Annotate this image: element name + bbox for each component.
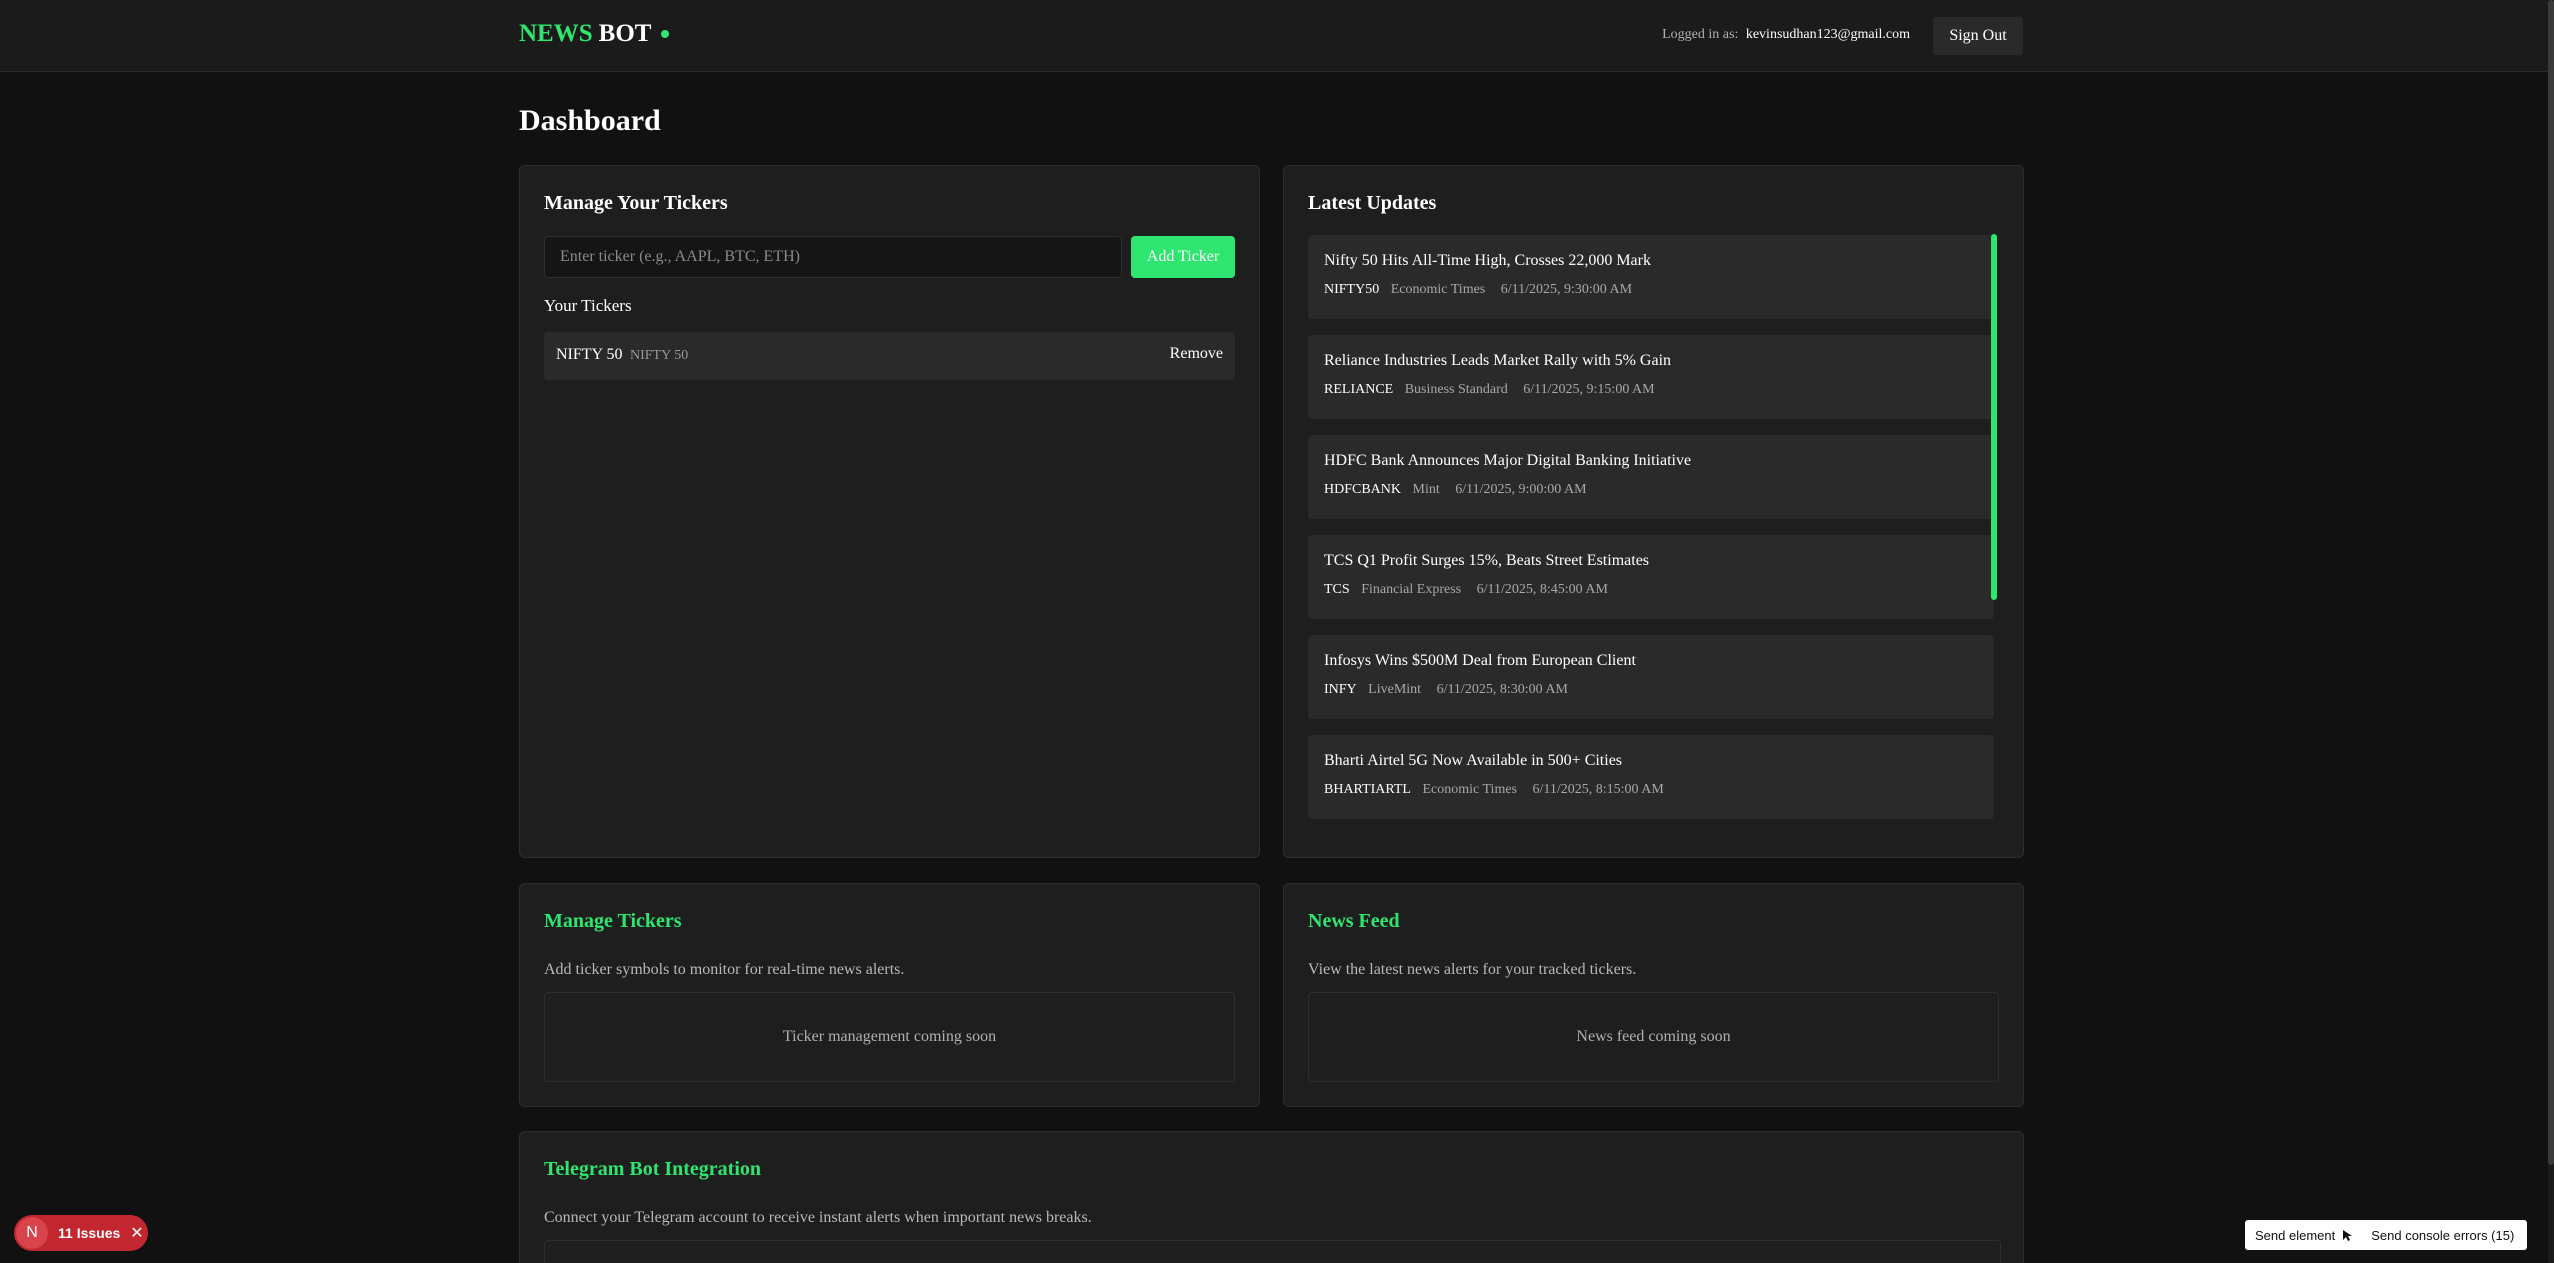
update-source: Economic Times	[1390, 282, 1486, 297]
update-title: TCS Q1 Profit Surges 15%, Beats Street E…	[1324, 552, 1650, 569]
update-meta: HDFCBANK Mint 6/11/2025, 9:00:00 AM	[1324, 482, 1587, 498]
page-scrollbar[interactable]	[2548, 0, 2554, 1263]
update-source: Economic Times	[1422, 782, 1517, 797]
send-element-button[interactable]: Send element	[2255, 1228, 2355, 1243]
manage-tickers-info-card: Manage Tickers Add ticker symbols to mon…	[519, 883, 1260, 1107]
close-icon[interactable]: ✕	[130, 1223, 143, 1243]
update-meta: BHARTIARTL Economic Times 6/11/2025, 8:1…	[1324, 782, 1664, 798]
send-element-label: Send element	[2255, 1227, 2336, 1243]
page-title: Dashboard	[519, 104, 661, 137]
news-feed-info-card: News Feed View the latest news alerts fo…	[1283, 883, 2024, 1107]
news-feed-info-title: News Feed	[1308, 910, 1400, 932]
update-time: 6/11/2025, 9:30:00 AM	[1500, 282, 1633, 297]
update-item[interactable]: Nifty 50 Hits All-Time High, Crosses 22,…	[1308, 235, 1994, 319]
update-time: 6/11/2025, 8:30:00 AM	[1436, 682, 1568, 697]
update-source: Mint	[1412, 482, 1440, 497]
update-time: 6/11/2025, 9:15:00 AM	[1523, 382, 1655, 397]
ticker-management-placeholder: Ticker management coming soon	[544, 992, 1235, 1082]
ticker-input[interactable]	[544, 236, 1122, 278]
issues-count[interactable]: 11 Issues	[58, 1225, 120, 1241]
devtools-bar: Send element Send console errors (15)	[2245, 1220, 2527, 1250]
ticker-name: NIFTY 50	[630, 348, 689, 363]
app-logo[interactable]: NEWS BOT	[519, 20, 670, 48]
nextjs-logo-icon[interactable]: N	[16, 1217, 48, 1249]
your-tickers-heading: Your Tickers	[544, 296, 632, 315]
issues-badge[interactable]: N 11 Issues ✕	[14, 1215, 148, 1251]
telegram-desc: Connect your Telegram account to receive…	[544, 1209, 1092, 1226]
update-source: Financial Express	[1361, 582, 1462, 597]
send-console-errors-button[interactable]: Send console errors (15)	[2371, 1228, 2514, 1243]
update-source: LiveMint	[1368, 682, 1422, 697]
update-time: 6/11/2025, 9:00:00 AM	[1455, 482, 1587, 497]
update-meta: NIFTY50 Economic Times 6/11/2025, 9:30:0…	[1324, 282, 1632, 298]
logo-bot-text: BOT	[598, 20, 652, 47]
ticker-row: NIFTY 50 NIFTY 50 Remove	[544, 332, 1235, 380]
update-time: 6/11/2025, 8:15:00 AM	[1532, 782, 1664, 797]
cursor-icon	[2343, 1230, 2353, 1241]
sign-out-button[interactable]: Sign Out	[1933, 17, 2023, 55]
telegram-content-box	[544, 1240, 2001, 1263]
news-feed-info-desc: View the latest news alerts for your tra…	[1308, 961, 1637, 978]
update-item[interactable]: TCS Q1 Profit Surges 15%, Beats Street E…	[1308, 535, 1994, 619]
manage-tickers-info-desc: Add ticker symbols to monitor for real-t…	[544, 961, 905, 978]
update-title: Nifty 50 Hits All-Time High, Crosses 22,…	[1324, 252, 1651, 269]
page-scrollbar-thumb[interactable]	[2548, 0, 2554, 1165]
manage-tickers-info-title: Manage Tickers	[544, 910, 682, 932]
update-item[interactable]: Infosys Wins $500M Deal from European Cl…	[1308, 635, 1994, 719]
update-item[interactable]: Reliance Industries Leads Market Rally w…	[1308, 335, 1994, 419]
update-item[interactable]: Bharti Airtel 5G Now Available in 500+ C…	[1308, 735, 1994, 819]
manage-tickers-title: Manage Your Tickers	[544, 192, 728, 214]
update-title: HDFC Bank Announces Major Digital Bankin…	[1324, 452, 1692, 469]
update-title: Reliance Industries Leads Market Rally w…	[1324, 352, 1672, 369]
user-email: kevinsudhan123@gmail.com	[1745, 27, 1910, 42]
latest-updates-title: Latest Updates	[1308, 192, 1437, 214]
update-time: 6/11/2025, 8:45:00 AM	[1476, 582, 1608, 597]
updates-scrollbar-thumb[interactable]	[1991, 234, 1997, 600]
update-title: Infosys Wins $500M Deal from European Cl…	[1324, 652, 1636, 669]
logged-in-label: Logged in as:	[1662, 27, 1739, 42]
ticker-symbol: NIFTY 50	[556, 346, 623, 363]
update-symbol: NIFTY50	[1324, 282, 1380, 297]
logo-dot-icon	[661, 30, 670, 38]
update-item[interactable]: HDFC Bank Announces Major Digital Bankin…	[1308, 435, 1994, 519]
update-symbol: TCS	[1324, 582, 1350, 597]
top-header: NEWS BOT Logged in as: kevinsudhan123@gm…	[0, 0, 2548, 72]
update-meta: TCS Financial Express 6/11/2025, 8:45:00…	[1324, 582, 1608, 598]
telegram-card: Telegram Bot Integration Connect your Te…	[519, 1131, 2024, 1263]
update-meta: INFY LiveMint 6/11/2025, 8:30:00 AM	[1324, 682, 1568, 698]
update-symbol: INFY	[1324, 682, 1357, 697]
update-symbol: HDFCBANK	[1324, 482, 1402, 497]
logo-news-text: NEWS	[519, 20, 593, 47]
telegram-title: Telegram Bot Integration	[544, 1158, 762, 1180]
update-symbol: BHARTIARTL	[1324, 782, 1411, 797]
news-feed-placeholder: News feed coming soon	[1308, 992, 1999, 1082]
add-ticker-button[interactable]: Add Ticker	[1131, 236, 1235, 278]
manage-tickers-card: Manage Your Tickers Add Ticker Your Tick…	[519, 165, 1260, 858]
login-info: Logged in as: kevinsudhan123@gmail.com	[1662, 27, 1910, 43]
update-symbol: RELIANCE	[1324, 382, 1394, 397]
remove-ticker-button[interactable]: Remove	[1170, 345, 1223, 363]
update-title: Bharti Airtel 5G Now Available in 500+ C…	[1324, 752, 1623, 769]
update-meta: RELIANCE Business Standard 6/11/2025, 9:…	[1324, 382, 1655, 398]
latest-updates-card: Latest Updates Nifty 50 Hits All-Time Hi…	[1283, 165, 2024, 858]
update-source: Business Standard	[1404, 382, 1508, 397]
